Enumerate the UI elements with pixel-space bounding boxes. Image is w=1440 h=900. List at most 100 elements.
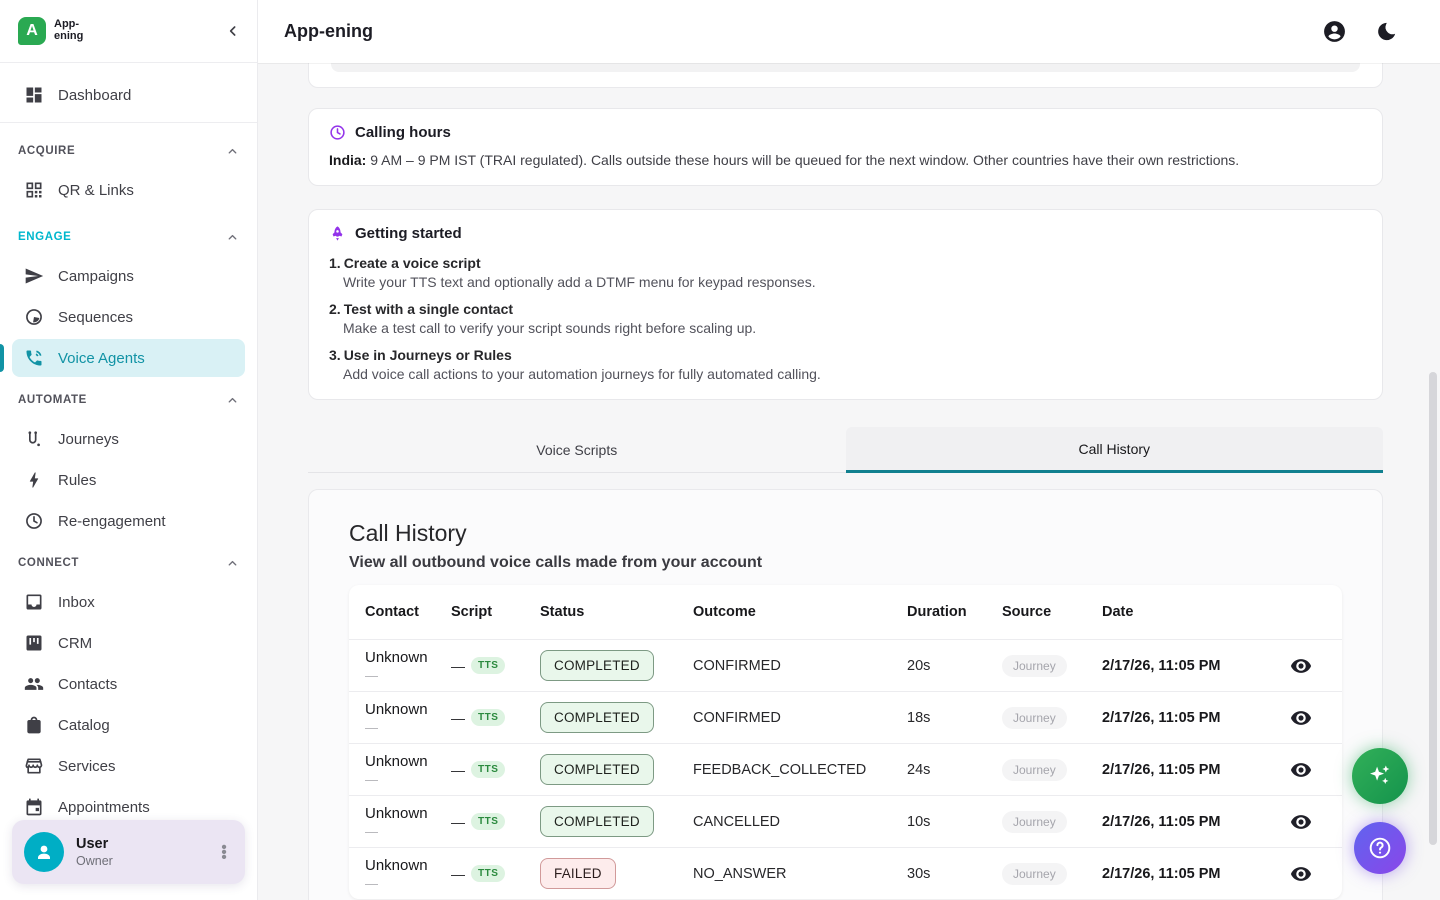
sidebar-item-re-engagement[interactable]: Re-engagement [12, 502, 245, 540]
send-icon [24, 266, 44, 286]
user-card[interactable]: User Owner ••• [12, 820, 245, 884]
sidebar-header: A App- ening [0, 0, 257, 63]
sidebar-collapse-icon[interactable] [225, 23, 241, 39]
call-history-title: Call History [349, 520, 1342, 547]
sidebar-item-campaigns[interactable]: Campaigns [12, 257, 245, 295]
sidebar-item-sequences[interactable]: Sequences [12, 298, 245, 336]
sidebar-item-qr-links[interactable]: QR & Links [12, 171, 245, 209]
sidebar-item-label: Rules [58, 472, 96, 489]
clock-icon [24, 511, 44, 531]
sidebar-nav: Dashboard ACQUIRE QR & Links ENGAGE Camp… [0, 63, 257, 826]
brand-name: App- ening [54, 19, 83, 42]
brand-letter: A [26, 22, 38, 40]
tab-call-history[interactable]: Call History [846, 427, 1384, 473]
col-source: Source [1002, 604, 1102, 620]
ai-assistant-button[interactable] [1352, 748, 1408, 804]
phone-in-talk-icon [24, 348, 44, 368]
call-history-table: Contact Script Status Outcome Duration S… [349, 585, 1342, 899]
getting-started-step: 2.Test with a single contact Make a test… [329, 301, 1362, 336]
shopping-bag-icon [24, 715, 44, 735]
table-row: Unknown— —TTS FAILED NO_ANSWER 30s Journ… [349, 847, 1342, 899]
tts-badge: TTS [471, 657, 505, 674]
avatar [24, 832, 64, 872]
table-row: Unknown— —TTS COMPLETED CONFIRMED 18s Jo… [349, 691, 1342, 743]
sidebar-item-journeys[interactable]: Journeys [12, 420, 245, 458]
table-header-row: Contact Script Status Outcome Duration S… [349, 585, 1342, 639]
sidebar-item-label: Voice Agents [58, 350, 145, 367]
account-icon[interactable] [1322, 19, 1347, 44]
sidebar-item-label: CRM [58, 635, 92, 652]
topbar: App-ening [258, 0, 1440, 63]
sidebar-item-dashboard[interactable]: Dashboard [12, 76, 245, 114]
call-history-card: Call History View all outbound voice cal… [308, 489, 1383, 900]
sidebar-item-inbox[interactable]: Inbox [12, 583, 245, 621]
sidebar-item-label: Appointments [58, 799, 150, 816]
main-content: Calling hours India: 9 AM – 9 PM IST (TR… [258, 63, 1440, 900]
source-badge: Journey [1002, 707, 1067, 729]
inbox-icon [24, 592, 44, 612]
view-call-eye-icon[interactable] [1290, 759, 1312, 781]
tts-badge: TTS [471, 813, 505, 830]
calling-hours-card: Calling hours India: 9 AM – 9 PM IST (TR… [308, 108, 1383, 186]
scrolled-card-bottom [308, 63, 1383, 88]
sidebar-item-label: Journeys [58, 431, 119, 448]
sidebar-item-contacts[interactable]: Contacts [12, 665, 245, 703]
storefront-icon [24, 756, 44, 776]
col-contact: Contact [349, 604, 451, 620]
sidebar-item-rules[interactable]: Rules [12, 461, 245, 499]
dashboard-icon [24, 85, 44, 105]
view-call-eye-icon[interactable] [1290, 863, 1312, 885]
calling-hours-text: India: 9 AM – 9 PM IST (TRAI regulated).… [329, 152, 1362, 168]
clock-icon [329, 124, 346, 141]
sidebar-item-label: Sequences [58, 309, 133, 326]
getting-started-step: 3.Use in Journeys or Rules Add voice cal… [329, 347, 1362, 382]
sidebar-section-engage[interactable]: ENGAGE [12, 229, 245, 245]
question-circle-icon [1367, 835, 1393, 861]
sidebar-item-label: QR & Links [58, 182, 134, 199]
source-badge: Journey [1002, 759, 1067, 781]
vertical-scrollbar[interactable] [1429, 372, 1437, 845]
sidebar-section-acquire[interactable]: ACQUIRE [12, 143, 245, 159]
sidebar-item-crm[interactable]: CRM [12, 624, 245, 662]
kanban-icon [24, 633, 44, 653]
getting-started-title: Getting started [355, 225, 462, 242]
chevron-up-icon [226, 145, 239, 158]
rocket-icon [329, 225, 346, 242]
table-row: Unknown— —TTS COMPLETED CONFIRMED 20s Jo… [349, 639, 1342, 691]
tab-voice-scripts[interactable]: Voice Scripts [308, 427, 846, 473]
calendar-icon [24, 797, 44, 817]
tts-badge: TTS [471, 761, 505, 778]
user-menu-kebab-icon[interactable]: ••• [215, 845, 233, 860]
chevron-up-icon [226, 231, 239, 244]
source-badge: Journey [1002, 863, 1067, 885]
sidebar-section-automate[interactable]: AUTOMATE [12, 392, 245, 408]
bolt-icon [24, 470, 44, 490]
sidebar: A App- ening Dashboard ACQUIRE QR & Link… [0, 0, 258, 900]
view-call-eye-icon[interactable] [1290, 811, 1312, 833]
col-duration: Duration [907, 604, 1002, 620]
sidebar-item-label: Inbox [58, 594, 95, 611]
dark-mode-moon-icon[interactable] [1375, 20, 1398, 43]
tab-bar: Voice Scripts Call History [308, 427, 1383, 473]
sequence-icon [24, 307, 44, 327]
user-role: Owner [76, 854, 113, 868]
tts-badge: TTS [471, 865, 505, 882]
sidebar-item-voice-agents[interactable]: Voice Agents [12, 339, 245, 377]
sidebar-section-connect[interactable]: CONNECT [12, 555, 245, 571]
col-outcome: Outcome [693, 604, 907, 620]
status-badge: COMPLETED [540, 754, 654, 785]
scrolled-card-inner [331, 63, 1360, 72]
sidebar-item-services[interactable]: Services [12, 747, 245, 785]
status-badge: COMPLETED [540, 702, 654, 733]
sidebar-item-label: Dashboard [58, 87, 131, 104]
source-badge: Journey [1002, 811, 1067, 833]
sidebar-item-catalog[interactable]: Catalog [12, 706, 245, 744]
view-call-eye-icon[interactable] [1290, 655, 1312, 677]
brand-logo: A [18, 17, 46, 45]
view-call-eye-icon[interactable] [1290, 707, 1312, 729]
help-button[interactable] [1354, 822, 1406, 874]
route-icon [24, 429, 44, 449]
getting-started-step: 1.Create a voice script Write your TTS t… [329, 255, 1362, 290]
status-badge: FAILED [540, 858, 616, 889]
table-row: Unknown— —TTS COMPLETED CANCELLED 10s Jo… [349, 795, 1342, 847]
